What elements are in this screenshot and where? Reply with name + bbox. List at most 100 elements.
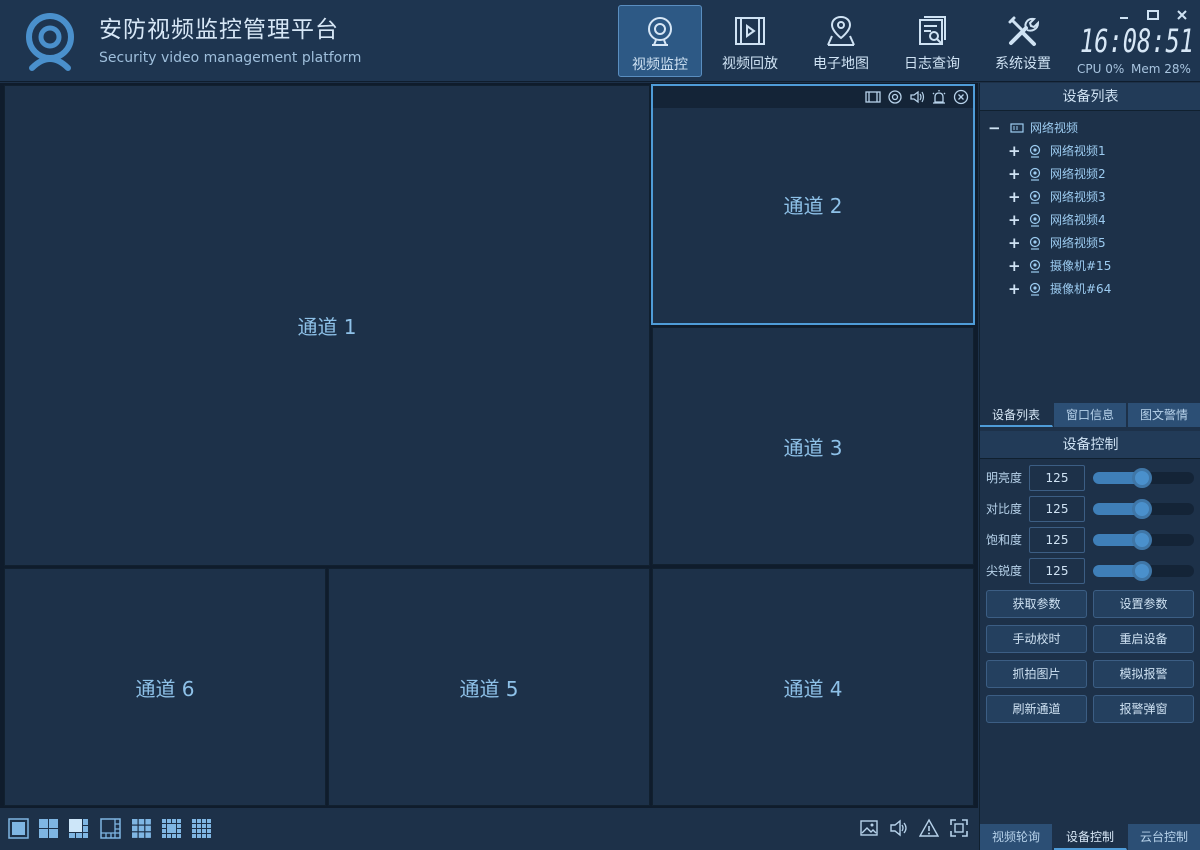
tab-device-control[interactable]: 设备控制 [1054,824,1127,850]
nav-label: 日志查询 [904,56,960,72]
tree-item[interactable]: + 网络视频5 [1008,233,1198,253]
tab-ptz-control[interactable]: 云台控制 [1128,824,1200,850]
clock-text: 16:08:51 [1080,22,1194,58]
close-icon[interactable] [1175,6,1189,20]
minimize-icon[interactable] [1117,6,1131,19]
channel-6-view[interactable]: 通道 6 [4,568,326,806]
channel-label: 通道 3 [783,435,843,460]
tree-item[interactable]: + 网络视频4 [1008,210,1198,230]
nav-system-settings-button[interactable]: 系统设置 [981,5,1065,77]
right-panel: 设备列表 − 网络视频 + 网络视频1 + 网络视频2 + 网络视频3 + 网络视频4 + 网络视… [979,83,1200,850]
action-button[interactable]: 刷新通道 [986,695,1087,723]
fullscreen-icon[interactable] [949,818,969,838]
param-label: 尖锐度 [986,564,1023,578]
channel-label: 通道 1 [297,315,357,339]
channel-3-view[interactable]: 通道 3 [652,327,974,565]
param-slider[interactable] [1093,530,1194,550]
close-circle-icon[interactable] [953,89,969,105]
snapshot-camera-icon[interactable] [887,89,903,105]
tree-item[interactable]: + 网络视频2 [1008,164,1198,184]
camera-icon [1028,144,1042,158]
webcam-logo-icon [22,10,78,72]
expand-icon[interactable]: + [1008,141,1021,161]
tree-item[interactable]: + 网络视频1 [1008,141,1198,161]
tree-root[interactable]: − 网络视频 [988,118,1198,138]
action-button[interactable]: 抓拍图片 [986,660,1087,688]
record-film-icon[interactable] [865,89,881,105]
tree-item[interactable]: + 摄像机#15 [1008,256,1198,276]
tab-window-info[interactable]: 窗口信息 [1054,403,1127,427]
param-slider[interactable] [1093,561,1194,581]
param-label: 饱和度 [986,533,1023,547]
layout-6-icon[interactable] [68,818,89,839]
param-value-field[interactable]: 125 [1029,496,1085,522]
layout-13-icon[interactable] [161,818,182,839]
tree-root-label: 网络视频 [1030,121,1079,135]
param-value-field[interactable]: 125 [1029,527,1085,553]
param-value-field[interactable]: 125 [1029,465,1085,491]
action-button[interactable]: 模拟报警 [1093,660,1194,688]
action-button[interactable]: 手动校时 [986,625,1087,653]
slider-knob[interactable] [1132,561,1153,581]
slider-knob[interactable] [1132,468,1153,488]
webcam-icon [648,17,672,46]
action-button[interactable]: 报警弹窗 [1093,695,1194,723]
action-button[interactable]: 获取参数 [986,590,1087,618]
channel-label: 通道 6 [135,676,195,701]
volume-icon[interactable] [889,818,909,838]
layout-4-icon[interactable] [38,818,59,839]
param-slider[interactable] [1093,468,1194,488]
channel-2-view[interactable]: 通道 2 [651,84,975,325]
log-search-icon [919,16,946,45]
tree-item[interactable]: + 摄像机#64 [1008,279,1198,299]
slider-knob[interactable] [1132,499,1153,519]
memory-usage: Mem 28% [1131,62,1191,76]
action-button[interactable]: 设置参数 [1093,590,1194,618]
tab-device-list[interactable]: 设备列表 [980,403,1053,427]
warning-icon[interactable] [918,818,940,838]
tree-item-label: 网络视频4 [1050,213,1106,227]
expand-icon[interactable]: + [1008,210,1021,230]
layout-16-icon[interactable] [191,818,212,839]
camera-icon [1028,190,1042,204]
device-control-title: 设备控制 [980,431,1200,459]
action-button[interactable]: 重启设备 [1093,625,1194,653]
tree-item-label: 网络视频2 [1050,167,1106,181]
expand-icon[interactable]: + [1008,256,1021,276]
nav-log-query-button[interactable]: 日志查询 [890,5,974,77]
maximize-icon[interactable] [1146,6,1160,20]
tab-video-polling[interactable]: 视频轮询 [980,824,1053,850]
layout-9-icon[interactable] [131,818,152,839]
app-title: 安防视频监控管理平台 [99,17,339,43]
tree-item[interactable]: + 网络视频3 [1008,187,1198,207]
param-row: 对比度 125 [980,496,1200,522]
tree-item-label: 网络视频5 [1050,236,1106,250]
expand-icon[interactable]: + [1008,164,1021,184]
channel-5-view[interactable]: 通道 5 [328,568,650,806]
alarm-light-icon[interactable] [931,89,947,105]
map-pin-icon [827,15,855,46]
camera-icon [1028,236,1042,250]
channel-4-view[interactable]: 通道 4 [652,568,974,806]
slider-knob[interactable] [1132,530,1153,550]
speaker-icon[interactable] [909,89,925,105]
expand-icon[interactable]: + [1008,279,1021,299]
film-play-icon [735,17,765,45]
expand-icon[interactable]: + [1008,187,1021,207]
param-value-field[interactable]: 125 [1029,558,1085,584]
collapse-icon[interactable]: − [988,118,1001,138]
image-icon[interactable] [859,818,879,838]
camera-icon [1028,213,1042,227]
channel-label: 通道 5 [459,676,519,701]
layout-1-icon[interactable] [8,818,29,839]
nav-video-monitor-button[interactable]: 视频监控 [618,5,702,77]
tab-alarm-info[interactable]: 图文警情 [1128,403,1200,427]
param-slider[interactable] [1093,499,1194,519]
nav-label: 系统设置 [995,56,1051,72]
layout-8-icon[interactable] [100,818,121,839]
nav-electronic-map-button[interactable]: 电子地图 [799,5,883,77]
channel-1-view[interactable]: 通道 1 [4,85,650,566]
nav-video-playback-button[interactable]: 视频回放 [708,5,792,77]
tree-item-label: 网络视频1 [1050,144,1106,158]
expand-icon[interactable]: + [1008,233,1021,253]
